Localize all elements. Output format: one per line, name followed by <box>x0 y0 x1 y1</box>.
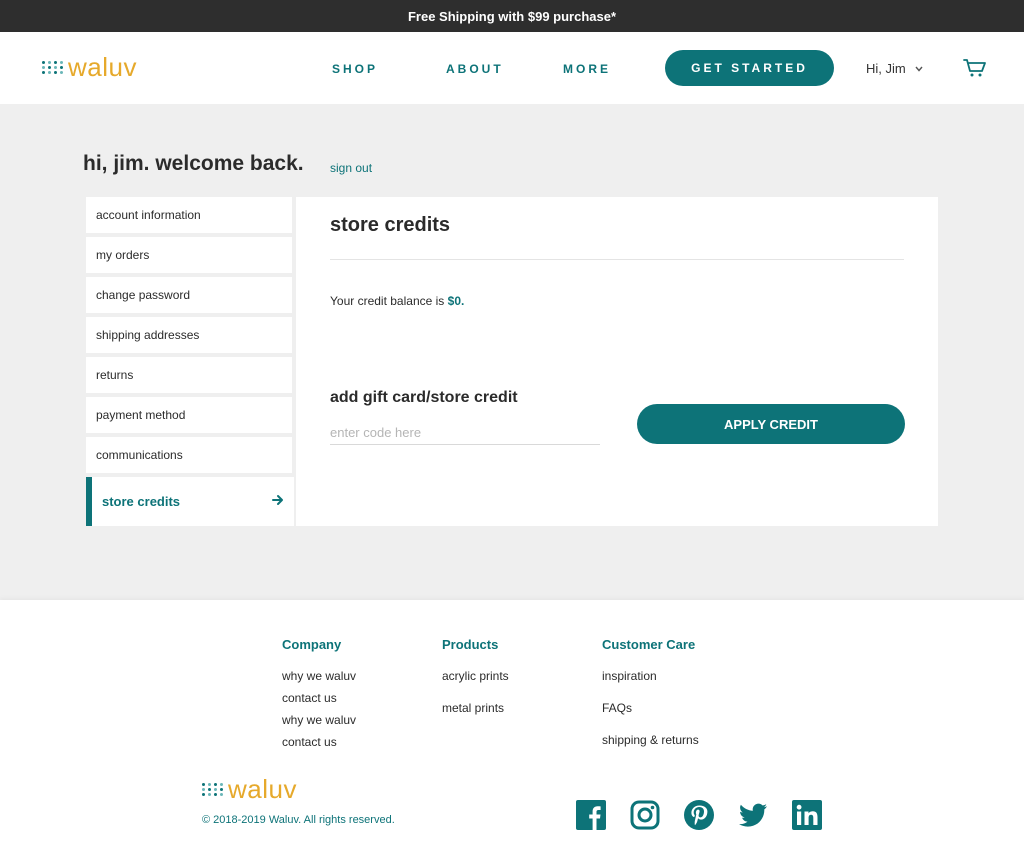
promo-text: Free Shipping with $99 purchase* <box>407 8 617 24</box>
footer-link-inspiration[interactable]: inspiration <box>602 669 657 683</box>
footer-heading-customer-care: Customer Care <box>602 637 696 652</box>
sidebar-item-store-credits[interactable]: store credits <box>86 477 294 526</box>
balance-suffix: . <box>461 294 465 308</box>
footer-link-acrylic-prints[interactable]: acrylic prints <box>442 669 509 683</box>
sidebar-item-label: store credits <box>102 494 181 509</box>
chevron-down-icon <box>915 66 923 72</box>
sidebar-item-account-information[interactable]: account information <box>86 197 292 233</box>
logo-text: waluv <box>68 52 137 82</box>
nav-more[interactable]: MORE <box>563 62 611 76</box>
footer-link-contact-us-2[interactable]: contact us <box>282 735 337 749</box>
gift-card-heading: add gift card/store credit <box>330 389 518 406</box>
get-started-button[interactable]: GET STARTED <box>665 50 834 86</box>
logo-dots-icon <box>42 60 64 74</box>
arrow-right-icon <box>272 495 283 505</box>
panel-title: store credits <box>330 214 451 236</box>
page-title: hi, jim. welcome back. <box>83 152 304 175</box>
sidebar-item-returns[interactable]: returns <box>86 357 292 393</box>
linkedin-icon[interactable] <box>792 800 822 830</box>
sidebar-item-communications[interactable]: communications <box>86 437 292 473</box>
balance-prefix: Your credit balance is <box>330 294 448 308</box>
logo[interactable]: waluv <box>42 54 137 80</box>
sidebar-item-shipping-addresses[interactable]: shipping addresses <box>86 317 292 353</box>
gift-code-input[interactable] <box>330 421 600 445</box>
cart-icon[interactable] <box>963 58 987 78</box>
footer-heading-company: Company <box>282 637 342 652</box>
store-credits-panel: store credits Your credit balance is $0.… <box>296 197 938 526</box>
logo-text: waluv <box>228 774 297 804</box>
footer-link-why-we-waluv-2[interactable]: why we waluv <box>282 713 356 727</box>
nav-about[interactable]: ABOUT <box>446 62 504 76</box>
sidebar-item-payment-method[interactable]: payment method <box>86 397 292 433</box>
footer-link-metal-prints[interactable]: metal prints <box>442 701 504 715</box>
sidebar-item-my-orders[interactable]: my orders <box>86 237 292 273</box>
facebook-icon[interactable] <box>576 800 606 830</box>
logo-dots-icon <box>202 782 224 796</box>
footer-link-contact-us[interactable]: contact us <box>282 691 337 705</box>
apply-credit-button[interactable]: APPLY CREDIT <box>637 404 905 444</box>
promo-banner: Free Shipping with $99 purchase* <box>0 0 1024 32</box>
copyright: © 2018-2019 Waluv. All rights reserved. <box>202 814 395 826</box>
credit-balance: Your credit balance is $0. <box>330 294 464 308</box>
sign-out-link[interactable]: sign out <box>330 161 372 175</box>
balance-amount: $0 <box>447 294 461 308</box>
nav-shop[interactable]: SHOP <box>332 62 378 76</box>
sidebar-item-change-password[interactable]: change password <box>86 277 292 313</box>
footer-link-why-we-waluv[interactable]: why we waluv <box>282 669 356 683</box>
pinterest-icon[interactable] <box>684 800 714 830</box>
twitter-icon[interactable] <box>738 800 768 830</box>
footer-heading-products: Products <box>442 637 499 652</box>
divider <box>330 259 904 260</box>
site-footer: Company why we waluv contact us why we w… <box>0 600 1024 854</box>
site-header: waluv SHOP ABOUT MORE GET STARTED Hi, Ji… <box>0 32 1024 104</box>
user-greeting: Hi, Jim <box>866 61 906 76</box>
footer-logo[interactable]: waluv <box>202 776 297 802</box>
user-menu[interactable]: Hi, Jim <box>866 61 923 76</box>
footer-link-shipping-returns[interactable]: shipping & returns <box>602 733 699 747</box>
instagram-icon[interactable] <box>630 800 660 830</box>
footer-link-faqs[interactable]: FAQs <box>602 701 632 715</box>
